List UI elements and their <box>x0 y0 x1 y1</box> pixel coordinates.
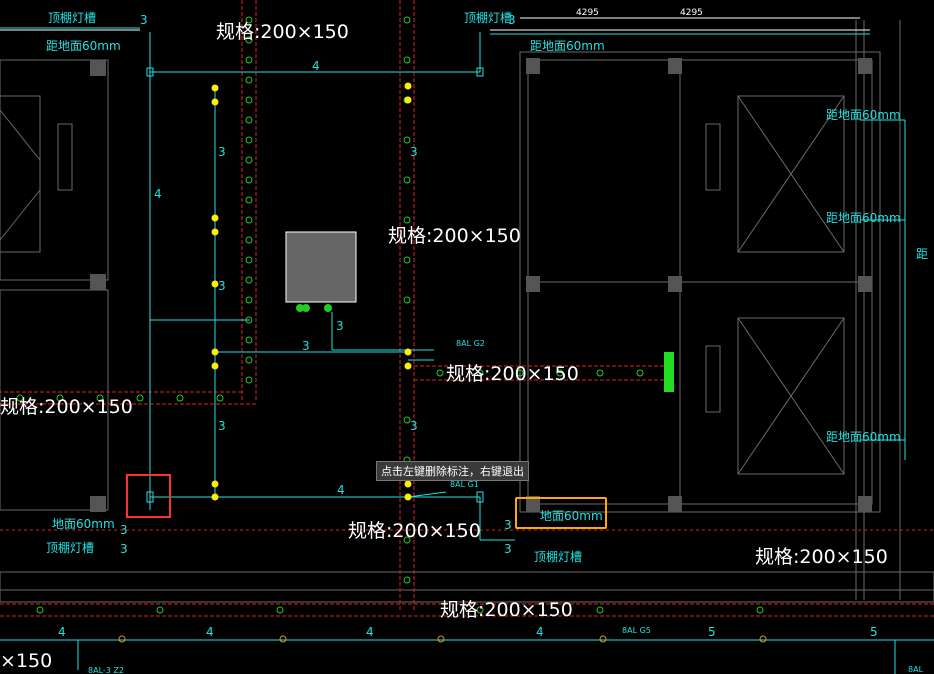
circuit-label-bottom-left: 8AL-3 Z2 <box>88 666 124 674</box>
svg-text:4: 4 <box>536 625 544 639</box>
dimension-label-2: 4295 <box>680 8 703 18</box>
circuit-label-right: 8AL <box>908 665 924 674</box>
svg-text:4: 4 <box>58 625 66 639</box>
distance-label-4: 距地面60mm <box>826 211 901 225</box>
ceiling-trough-label-1: 顶棚灯槽 <box>48 10 96 25</box>
svg-text:5: 5 <box>708 625 716 639</box>
svg-text:3: 3 <box>120 542 128 556</box>
circuit-label-g1: 8AL G1 <box>450 480 479 489</box>
selection-highlight-red[interactable] <box>126 474 171 518</box>
distance-label-5: 距地面60mm <box>826 430 901 444</box>
dimension-label-1: 4295 <box>576 8 599 18</box>
svg-text:3: 3 <box>120 523 128 537</box>
selection-highlight-orange[interactable] <box>515 497 607 529</box>
socket-symbols[interactable] <box>296 304 332 312</box>
svg-text:3: 3 <box>218 279 226 293</box>
distance-label-1: 距地面60mm <box>46 39 121 53</box>
distribution-box[interactable] <box>285 231 357 303</box>
svg-text:5: 5 <box>870 625 878 639</box>
circuit-label-g2: 8AL G2 <box>456 339 485 348</box>
ceiling-trough-label-2: 顶棚灯槽 <box>464 10 512 25</box>
svg-text:3: 3 <box>508 13 516 27</box>
distance-label-6: 地面60mm <box>52 517 115 531</box>
distance-label-3: 距地面60mm <box>826 108 901 122</box>
ceiling-trough-label-3: 顶棚灯槽 <box>46 540 94 555</box>
svg-text:4: 4 <box>154 187 162 201</box>
svg-text:3: 3 <box>504 518 512 532</box>
columns <box>90 58 872 512</box>
spec-label-bottom-left: ×150 <box>0 650 52 672</box>
command-prompt-tooltip: 点击左键删除标注，右键退出 <box>376 461 529 481</box>
ceiling-trough-label-4: 顶棚灯槽 <box>534 549 582 564</box>
svg-text:3: 3 <box>504 542 512 556</box>
distance-label-7: 距 <box>916 247 928 261</box>
svg-text:4: 4 <box>366 625 374 639</box>
spec-label-tray: 规格:200×150 <box>446 363 579 385</box>
svg-text:3: 3 <box>410 145 418 159</box>
svg-text:4: 4 <box>312 59 320 73</box>
spec-label-top: 规格:200×150 <box>216 21 349 43</box>
cad-drawing-canvas[interactable]: 规格:200×150 规格:200×150 规格:200×150 规格:200×… <box>0 0 934 674</box>
spec-label-mid: 规格:200×150 <box>388 225 521 247</box>
spec-label-bottom-mid: 规格:200×150 <box>348 520 481 542</box>
svg-text:3: 3 <box>302 339 310 353</box>
svg-text:3: 3 <box>140 13 148 27</box>
spec-label-left: 规格:200×150 <box>0 396 133 418</box>
svg-text:3: 3 <box>336 319 344 333</box>
svg-text:4: 4 <box>206 625 214 639</box>
spec-label-bottom-right: 规格:200×150 <box>755 546 888 568</box>
spec-label-bottom: 规格:200×150 <box>440 599 573 621</box>
wiring[interactable] <box>0 27 934 674</box>
svg-text:4: 4 <box>337 483 345 497</box>
circuit-label-g5: 8AL G5 <box>622 626 651 635</box>
svg-text:3: 3 <box>410 419 418 433</box>
distance-label-2: 距地面60mm <box>530 39 605 53</box>
svg-text:3: 3 <box>218 145 226 159</box>
svg-text:3: 3 <box>218 419 226 433</box>
tray-junction-marker[interactable] <box>664 352 674 392</box>
bottom-markers <box>118 635 767 643</box>
